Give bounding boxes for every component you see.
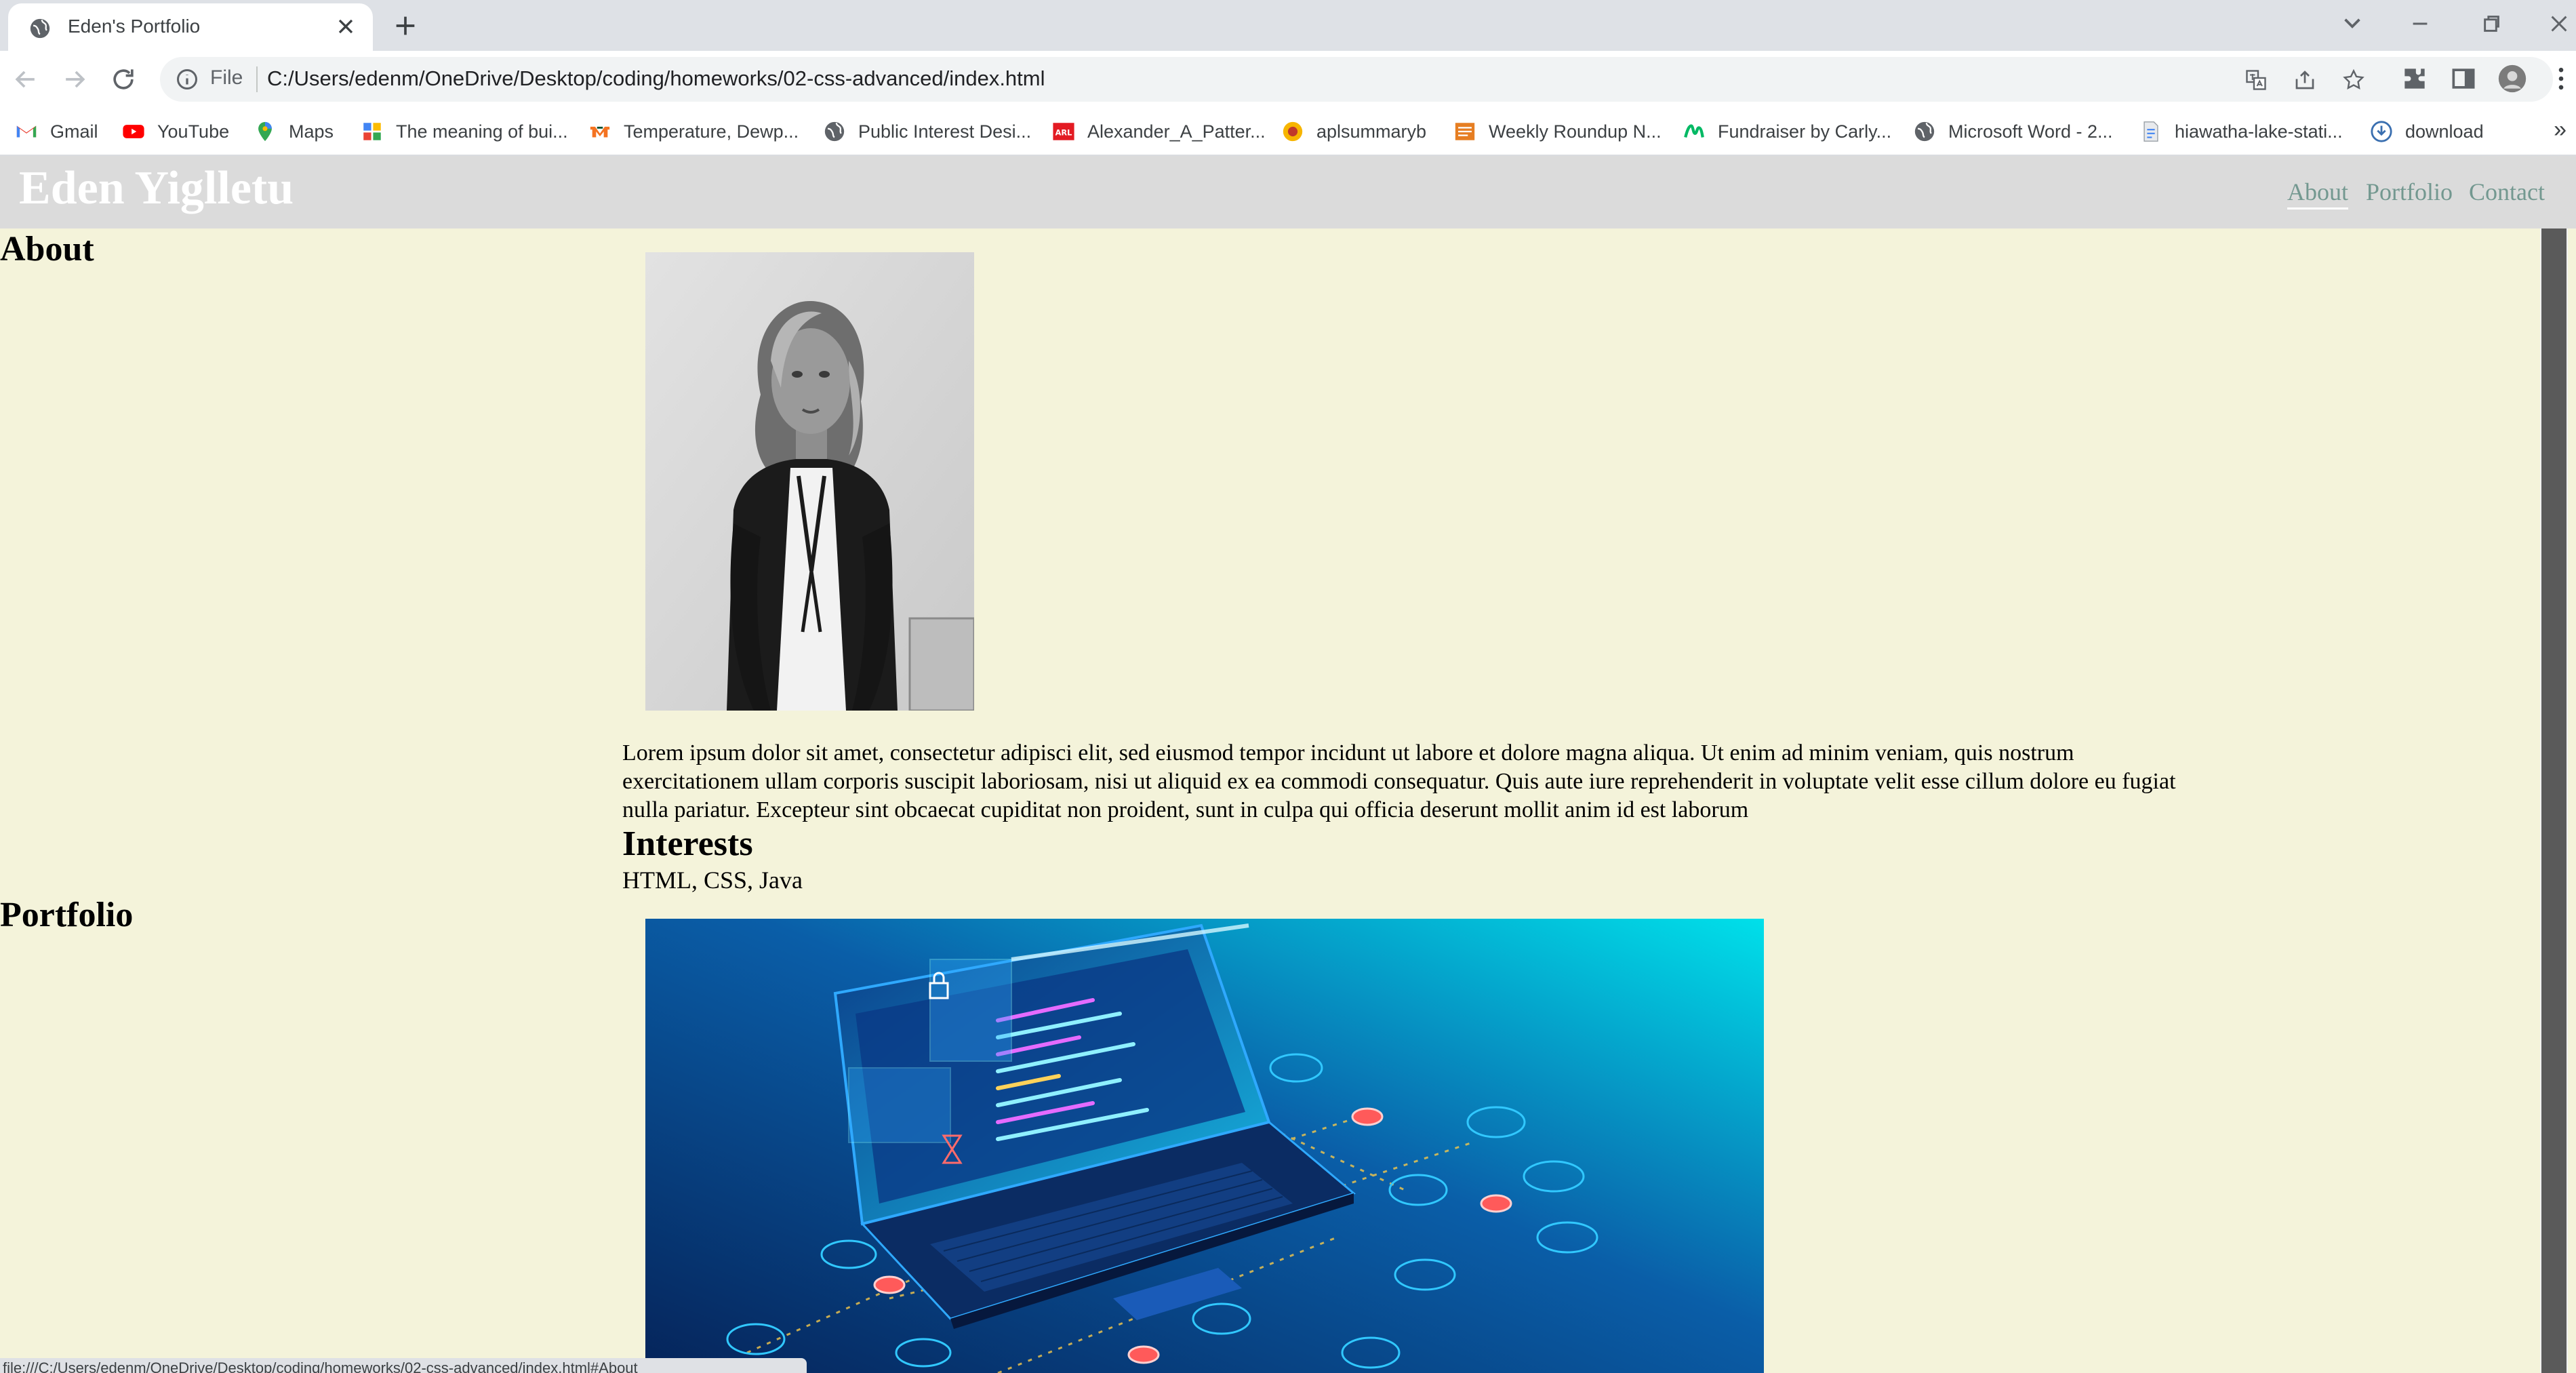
back-icon[interactable] — [11, 64, 41, 94]
about-heading: About — [0, 230, 94, 268]
side-panel-icon[interactable] — [2449, 64, 2478, 94]
bookmark-temperature[interactable]: Temperature, Dewp... — [588, 117, 799, 146]
globe-icon — [824, 121, 845, 142]
portfolio-heading: Portfolio — [0, 896, 134, 934]
menu-kebab-icon[interactable] — [2546, 64, 2576, 94]
new-tab-icon[interactable] — [392, 12, 419, 39]
status-bubble: file:///C:/Users/edenm/OneDrive/Desktop/… — [0, 1358, 807, 1373]
youtube-icon — [123, 125, 144, 138]
bookmark-label: Weekly Roundup N... — [1489, 121, 1662, 142]
um-icon — [590, 126, 610, 138]
bookmark-label: download — [2405, 121, 2484, 142]
browser-toolbar: File C:/Users/edenm/OneDrive/Desktop/cod… — [0, 51, 2576, 107]
bookmark-label: hiawatha-lake-stati... — [2175, 121, 2343, 142]
omnibox-divider — [256, 66, 258, 92]
bookmark-label: Temperature, Dewp... — [624, 121, 799, 142]
about-paragraph: Lorem ipsum dolor sit amet, consectetur … — [622, 740, 2176, 822]
restore-icon[interactable] — [2471, 7, 2512, 41]
address-bar[interactable]: File C:/Users/edenm/OneDrive/Desktop/cod… — [160, 57, 2553, 102]
forward-icon[interactable] — [60, 64, 89, 94]
profile-avatar-icon[interactable] — [2497, 64, 2527, 94]
bookmark-alexander[interactable]: ARL Alexander_A_Patter... — [1052, 117, 1266, 146]
site-name: Eden Yiglletu — [19, 162, 294, 214]
bookmark-label: Gmail — [50, 121, 98, 142]
bookmark-label: Public Interest Desi... — [858, 121, 1032, 142]
bookmark-label: Alexander_A_Patter... — [1087, 121, 1266, 142]
bookmark-label: Fundraiser by Carly... — [1718, 121, 1892, 142]
bookmark-label: Maps — [289, 121, 334, 142]
page-viewport: Eden Yiglletu About Portfolio Contact Ab… — [0, 156, 2576, 1373]
bookmark-label: The meaning of bui... — [396, 121, 568, 142]
share-icon[interactable] — [2293, 68, 2317, 92]
project-image[interactable] — [645, 919, 1764, 1373]
extensions-icon[interactable] — [2400, 64, 2430, 94]
download-icon — [2371, 121, 2392, 142]
tab-strip: Eden's Portfolio — [0, 0, 2576, 51]
bookmark-star-icon[interactable] — [2341, 68, 2366, 92]
page-scrollbar[interactable] — [2540, 228, 2568, 1373]
bookmark-microsoft-word[interactable]: Microsoft Word - 2... — [1913, 117, 2113, 146]
doc-icon — [2144, 121, 2158, 142]
active-tab[interactable]: Eden's Portfolio — [8, 3, 373, 51]
globe-icon — [1914, 121, 1935, 142]
close-window-icon[interactable] — [2539, 7, 2576, 41]
gofundme-icon — [1684, 124, 1704, 138]
tab-title: Eden's Portfolio — [68, 16, 201, 37]
bookmark-hiawatha[interactable]: hiawatha-lake-stati... — [2139, 117, 2343, 146]
profile-photo — [645, 252, 974, 711]
page-icon — [363, 123, 381, 140]
bookmark-download[interactable]: download — [2370, 117, 2484, 146]
scrollbar-thumb[interactable] — [2541, 228, 2567, 1373]
close-tab-icon[interactable] — [334, 14, 358, 39]
bookmarks-bar: Gmail YouTube Maps The meaning of bui...… — [0, 107, 2576, 156]
translate-icon[interactable] — [2244, 68, 2268, 92]
interests-list: HTML, CSS, Java — [622, 867, 803, 894]
minimize-icon[interactable] — [2400, 7, 2440, 41]
scheme-label: File — [210, 66, 243, 89]
nav-portfolio-link[interactable]: Portfolio — [2366, 178, 2453, 206]
bookmark-label: YouTube — [157, 121, 230, 142]
bookmark-youtube[interactable]: YouTube — [122, 117, 229, 146]
bookmark-label: Microsoft Word - 2... — [1948, 121, 2113, 142]
nav-contact-link[interactable]: Contact — [2469, 178, 2545, 206]
more-bookmarks-icon[interactable]: » — [2554, 117, 2567, 143]
bookmark-aplsummaryb[interactable]: aplsummaryb — [1281, 117, 1426, 146]
badge-icon — [1283, 121, 1303, 142]
bookmark-meaning-of-bui[interactable]: The meaning of bui... — [361, 117, 568, 146]
bookmark-fundraiser[interactable]: Fundraiser by Carly... — [1683, 117, 1891, 146]
svg-text:ARL: ARL — [1055, 128, 1072, 138]
globe-icon — [30, 18, 50, 39]
gmail-icon — [16, 125, 37, 138]
bookmark-maps[interactable]: Maps — [254, 117, 334, 146]
tab-search-icon[interactable] — [2332, 7, 2373, 41]
reload-icon[interactable] — [108, 64, 138, 94]
bookmark-public-interest[interactable]: Public Interest Desi... — [823, 117, 1031, 146]
interests-heading: Interests — [622, 824, 753, 863]
site-info-icon[interactable] — [175, 67, 199, 92]
newsletter-icon — [1455, 123, 1475, 140]
bookmark-label: aplsummaryb — [1316, 121, 1427, 142]
bookmark-gmail[interactable]: Gmail — [15, 117, 98, 146]
site-header: Eden Yiglletu About Portfolio Contact — [0, 156, 2576, 228]
arl-icon: ARL — [1053, 123, 1074, 140]
nav-about-link[interactable]: About — [2287, 178, 2348, 210]
url-text[interactable]: C:/Users/edenm/OneDrive/Desktop/coding/h… — [267, 66, 1045, 91]
maps-icon — [258, 121, 272, 142]
bookmark-weekly-roundup[interactable]: Weekly Roundup N... — [1453, 117, 1662, 146]
